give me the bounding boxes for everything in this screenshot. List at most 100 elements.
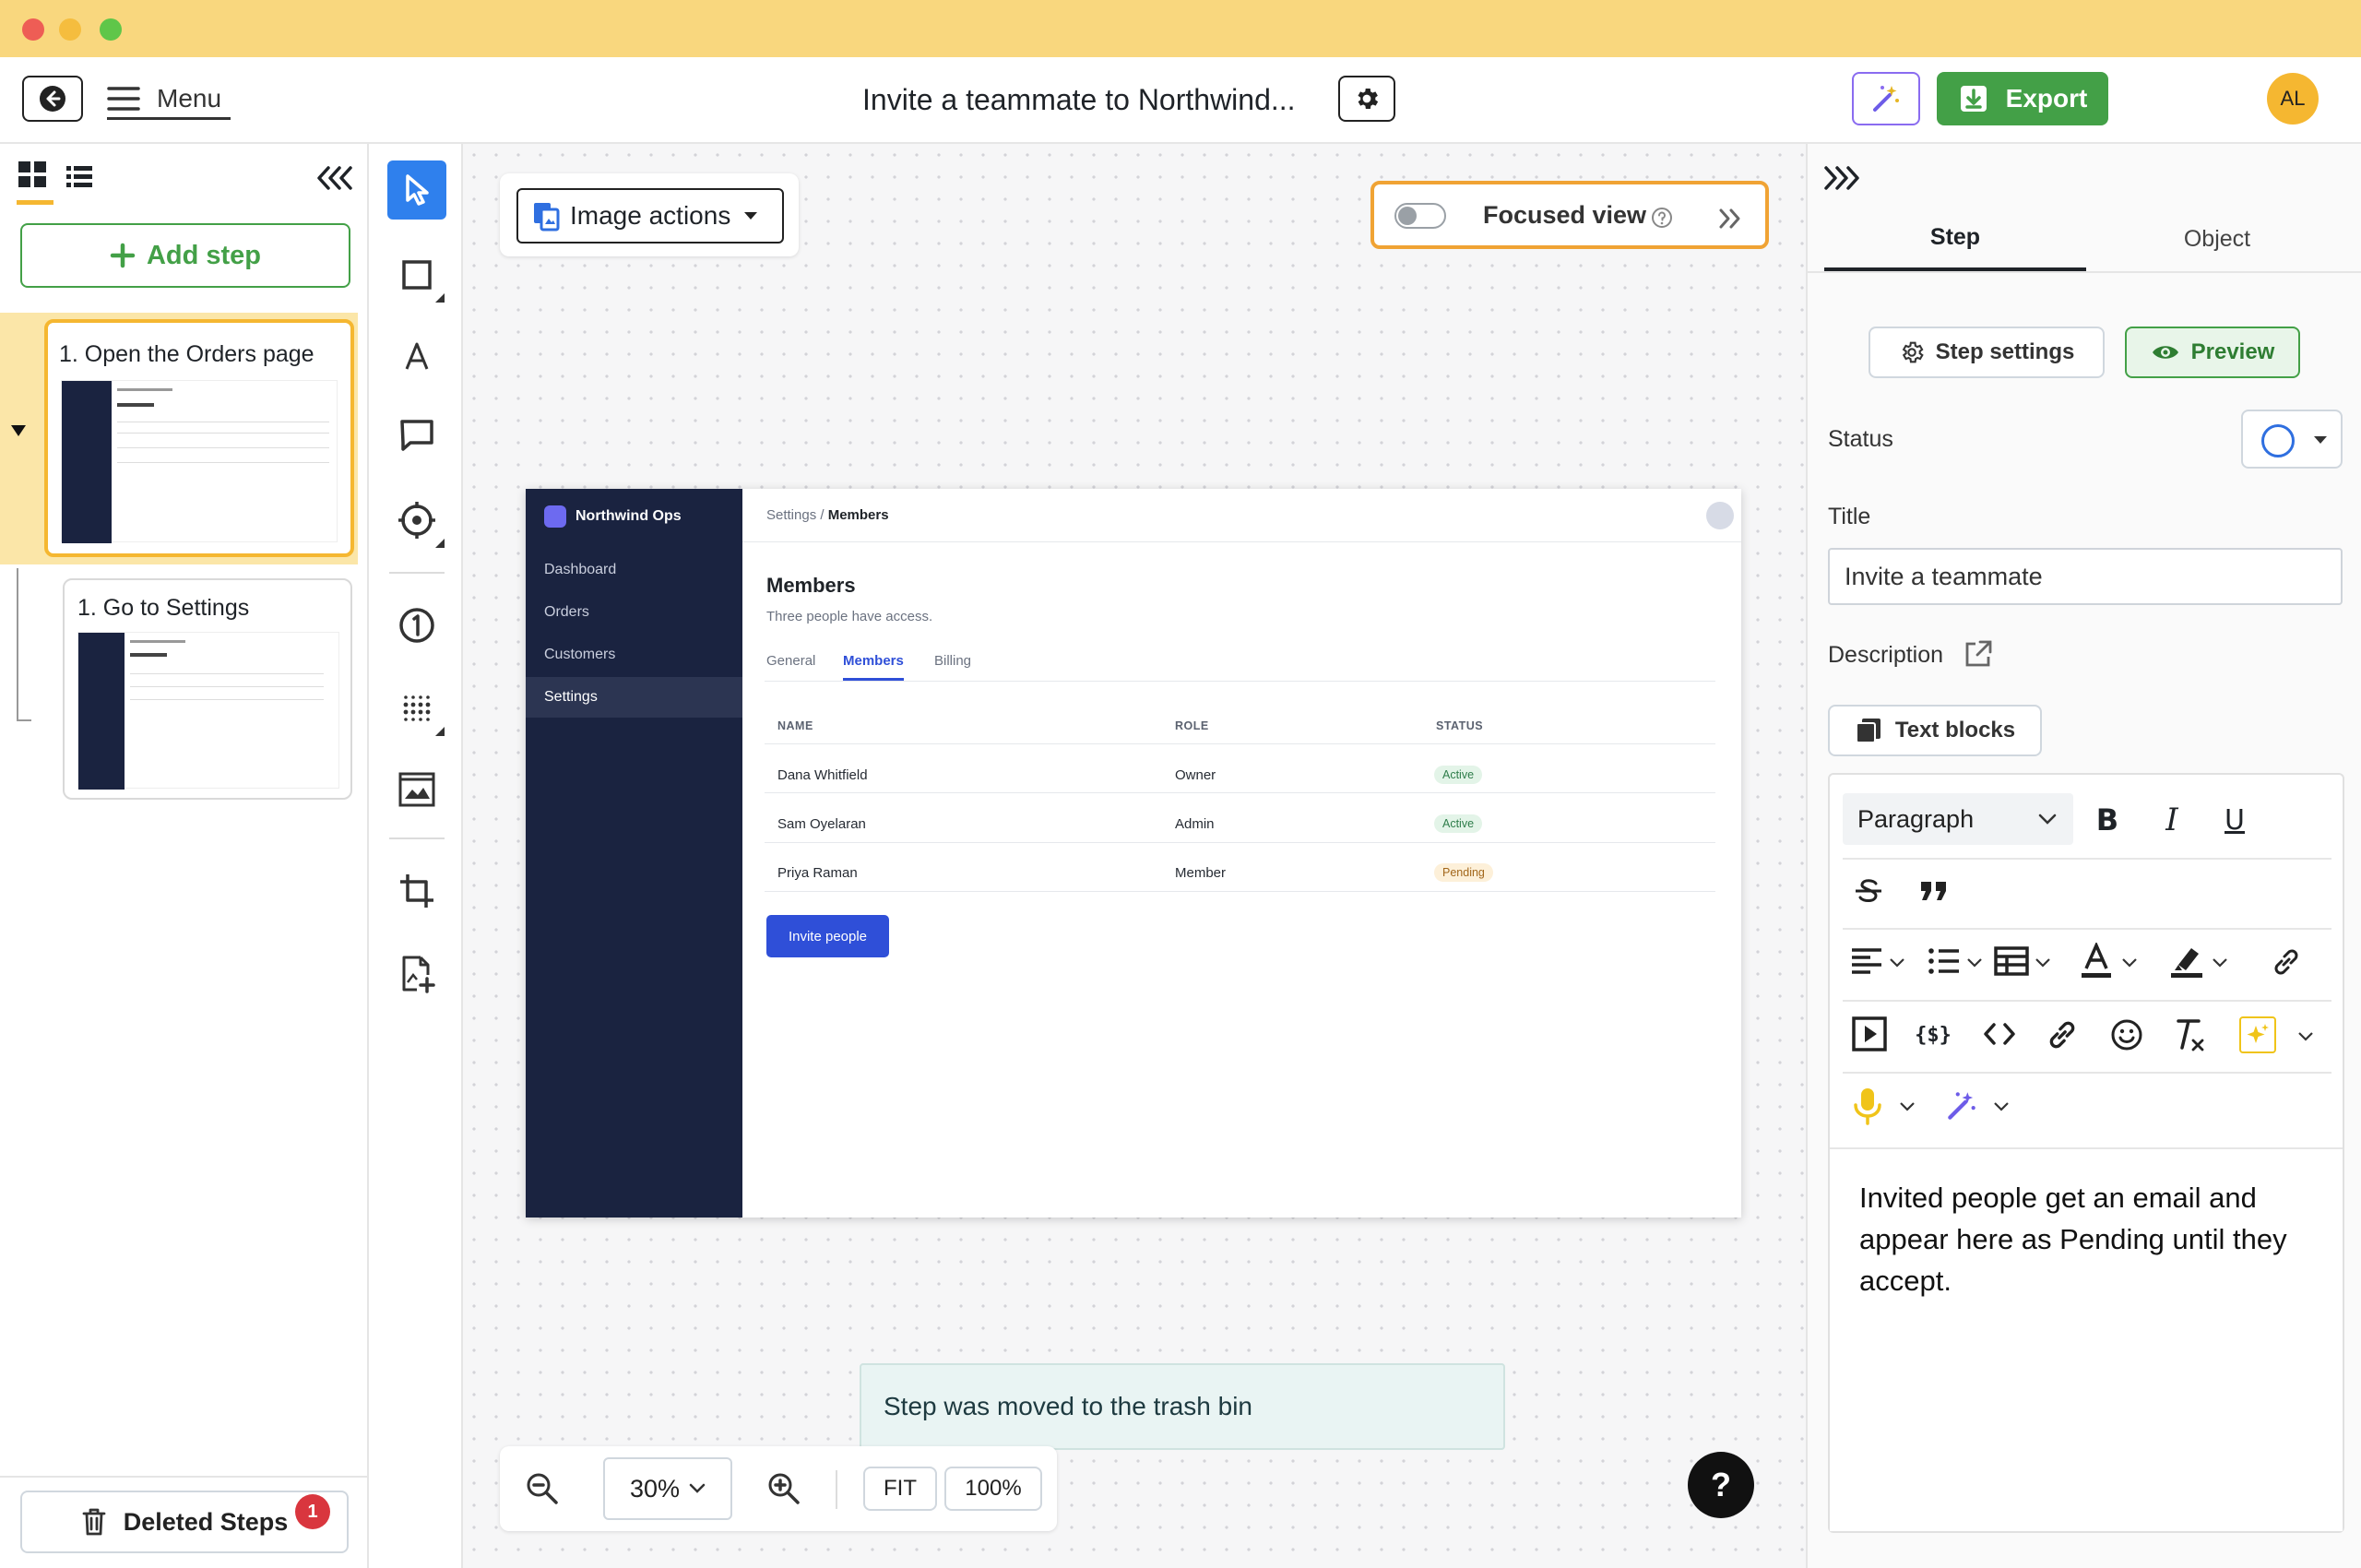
variable-icon[interactable]: {$}: [1913, 1016, 1953, 1053]
select-tool[interactable]: [387, 160, 446, 220]
document-title[interactable]: Invite a teammate to Northwind...: [862, 83, 1296, 117]
quote-icon[interactable]: [1918, 878, 1950, 904]
tabs-divider: [765, 681, 1715, 682]
link-icon[interactable]: [2271, 946, 2302, 978]
tab-members[interactable]: Members: [843, 653, 904, 681]
export-button[interactable]: Export: [1937, 72, 2108, 125]
tab-billing[interactable]: Billing: [934, 653, 971, 669]
table-icon[interactable]: [1994, 946, 2029, 976]
title-input[interactable]: Invite a teammate: [1828, 548, 2343, 605]
maximize-window-button[interactable]: [100, 18, 122, 41]
chevrons-right-icon[interactable]: [1822, 164, 1861, 192]
status-badge: Active: [1434, 814, 1483, 833]
highlight-icon[interactable]: [2169, 943, 2204, 980]
italic-icon[interactable]: I: [2149, 797, 2195, 843]
breadcrumb-parent[interactable]: Settings /: [766, 507, 828, 523]
close-window-button[interactable]: [22, 18, 44, 41]
chevron-down-icon[interactable]: [2121, 957, 2138, 968]
step-settings-button[interactable]: Step settings: [1869, 327, 2105, 378]
microphone-icon[interactable]: [1852, 1087, 1883, 1125]
chevron-down-icon[interactable]: [2296, 1031, 2315, 1042]
help-circle-icon[interactable]: [1651, 207, 1673, 229]
step-screenshot[interactable]: Northwind Ops Dashboard Orders Customers…: [526, 489, 1741, 1218]
nav-item-settings[interactable]: Settings: [526, 677, 742, 718]
minimize-window-button[interactable]: [59, 18, 81, 41]
nav-item-orders[interactable]: Orders: [526, 592, 742, 633]
bold-icon[interactable]: B: [2084, 797, 2130, 843]
properties-panel: Step Object Step settings Preview Status…: [1806, 144, 2361, 1568]
emoji-icon[interactable]: [2110, 1018, 2143, 1051]
image-frame-tool[interactable]: [387, 760, 446, 819]
help-button[interactable]: ?: [1688, 1452, 1754, 1518]
zoom-level-select[interactable]: 30%: [603, 1457, 732, 1520]
step-settings-label: Step settings: [1935, 339, 2075, 364]
back-button[interactable]: [22, 76, 83, 122]
chevron-down-icon[interactable]: [1966, 957, 1983, 968]
external-link-icon[interactable]: [1963, 638, 1994, 670]
cell-name: Priya Raman: [777, 865, 858, 881]
caret-down-icon[interactable]: [9, 423, 28, 438]
image-actions-dropdown[interactable]: Image actions: [516, 188, 784, 244]
actual-size-button[interactable]: 100%: [944, 1467, 1042, 1511]
text-blocks-button[interactable]: Text blocks: [1828, 705, 2042, 756]
video-embed-icon[interactable]: [1852, 1016, 1887, 1051]
add-image-tool[interactable]: [387, 944, 446, 1004]
zoom-out-icon[interactable]: [526, 1472, 559, 1505]
rectangle-tool[interactable]: [387, 245, 446, 304]
list-view-icon: [66, 166, 92, 187]
preview-button[interactable]: Preview: [2125, 327, 2300, 378]
chevron-down-icon[interactable]: [2212, 957, 2228, 968]
step-number-tool[interactable]: [387, 596, 446, 655]
menu-button[interactable]: Menu: [107, 79, 231, 120]
tab-general[interactable]: General: [766, 653, 815, 669]
chevrons-right-icon[interactable]: [1717, 207, 1743, 231]
avatar[interactable]: AL: [2267, 73, 2319, 125]
chevron-down-icon[interactable]: [1898, 1101, 1916, 1112]
add-step-label: Add step: [146, 240, 262, 270]
target-tool[interactable]: [387, 491, 446, 550]
grid-view-toggle[interactable]: [17, 160, 53, 205]
zoom-in-icon[interactable]: [767, 1472, 801, 1505]
add-step-button[interactable]: Add step: [20, 223, 350, 288]
chevron-down-icon[interactable]: [1992, 1101, 2011, 1112]
invite-people-button[interactable]: Invite people: [766, 915, 889, 957]
crop-icon: [400, 874, 433, 908]
underline-icon[interactable]: U: [2212, 797, 2258, 843]
step-row-selected[interactable]: 1. Open the Orders page: [0, 313, 358, 564]
collapse-panel-button[interactable]: [315, 164, 358, 197]
bullet-list-icon[interactable]: [1928, 946, 1961, 976]
document-settings-button[interactable]: [1338, 76, 1395, 122]
code-icon[interactable]: [1983, 1020, 2016, 1048]
editor-body[interactable]: Invited people get an email and appear h…: [1830, 1147, 2343, 1531]
text-color-icon[interactable]: [2079, 943, 2114, 980]
chevron-down-icon[interactable]: [1889, 957, 1905, 968]
sparkle-icon: [2247, 1024, 2269, 1043]
strikethrough-icon[interactable]: [1852, 874, 1885, 908]
nav-item-customers[interactable]: Customers: [526, 635, 742, 675]
crop-tool[interactable]: [387, 861, 446, 921]
clear-formatting-icon[interactable]: [2171, 1016, 2206, 1053]
tab-step[interactable]: Step: [1824, 207, 2086, 271]
comment-tool[interactable]: [387, 406, 446, 465]
align-left-icon[interactable]: [1850, 946, 1883, 976]
rich-text-editor: Paragraph B I U {$} Invited people get a…: [1828, 773, 2344, 1533]
avatar[interactable]: [1706, 502, 1734, 529]
list-view-toggle[interactable]: [65, 164, 98, 197]
step-card[interactable]: 1. Go to Settings: [63, 578, 352, 800]
magic-wand-icon[interactable]: [1944, 1088, 1979, 1123]
magic-button[interactable]: [1852, 72, 1920, 125]
blur-tool[interactable]: [387, 679, 446, 738]
link-icon[interactable]: [2046, 1018, 2079, 1051]
text-tool[interactable]: [387, 327, 446, 386]
status-select[interactable]: [2241, 410, 2343, 469]
focused-view-toggle[interactable]: [1394, 203, 1446, 229]
nav-item-dashboard[interactable]: Dashboard: [526, 550, 742, 590]
fit-button[interactable]: FIT: [863, 1467, 937, 1511]
step-card[interactable]: 1. Open the Orders page: [44, 319, 354, 557]
ai-sparkle-button[interactable]: [2239, 1016, 2276, 1053]
zoom-level-value: 30%: [629, 1474, 681, 1503]
paragraph-style-select[interactable]: Paragraph: [1843, 793, 2073, 845]
tab-object[interactable]: Object: [2086, 207, 2348, 271]
chevron-down-icon[interactable]: [2035, 957, 2051, 968]
table-divider: [765, 743, 1715, 744]
